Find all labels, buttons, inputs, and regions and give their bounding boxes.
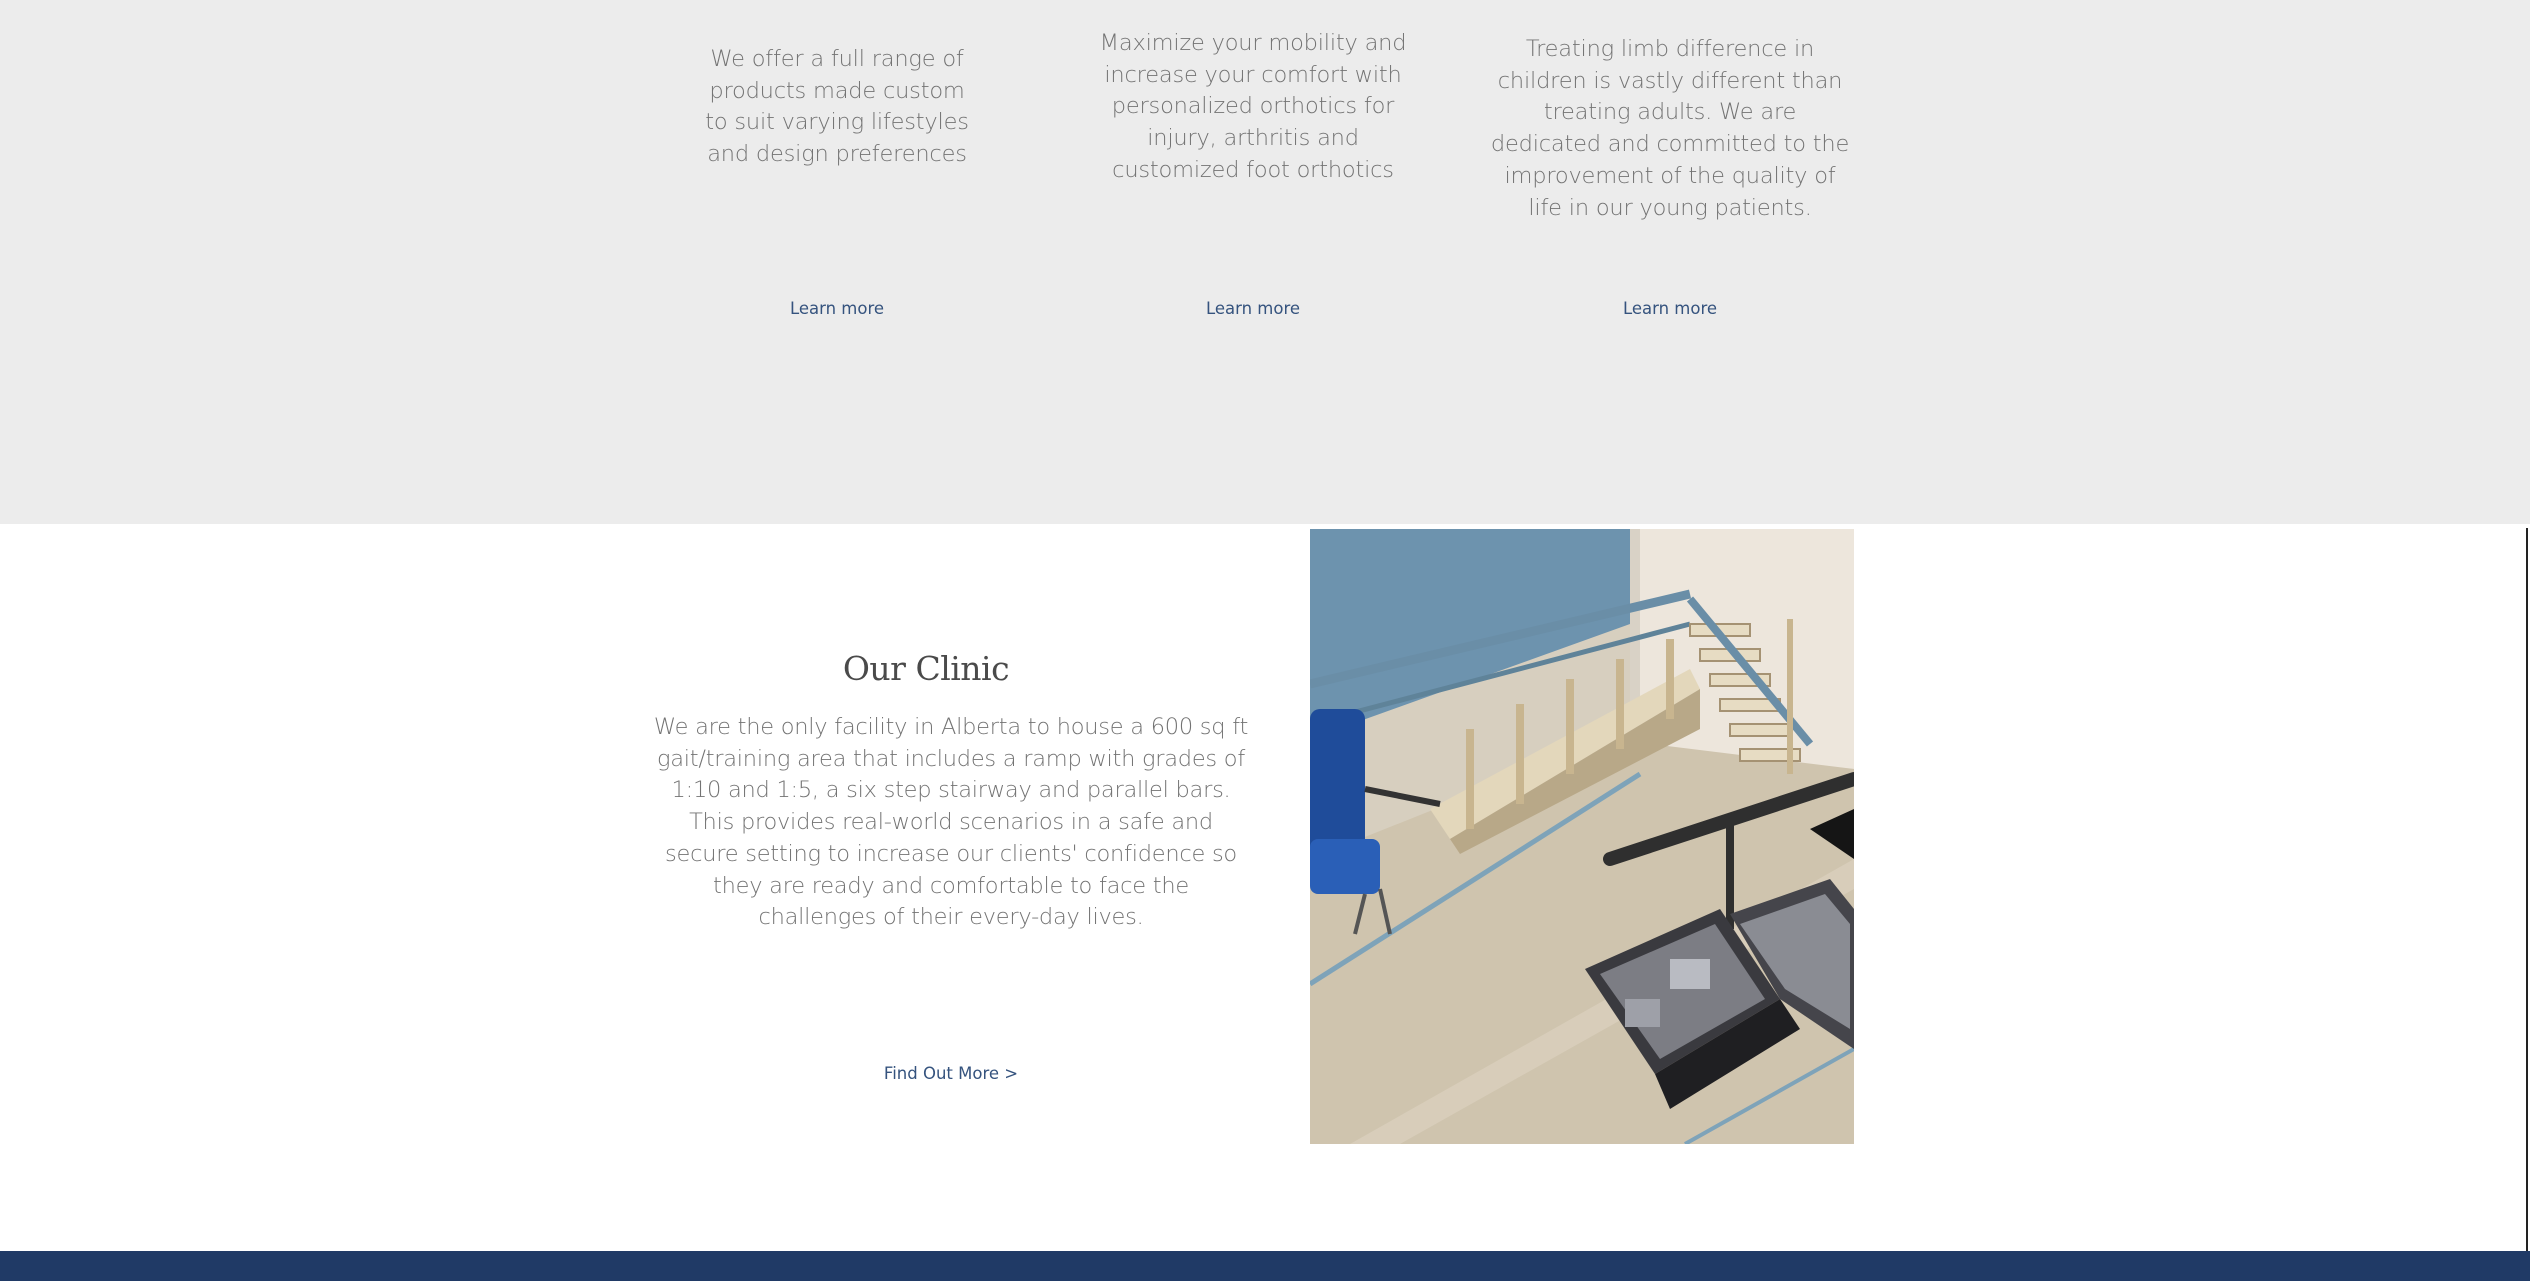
footer-bar [0,1251,2530,1281]
page-scrollbar[interactable] [2526,528,2528,1253]
services-section: We offer a full range of products made c… [0,0,2530,524]
learn-more-link[interactable]: Learn more [1083,297,1423,321]
find-out-more-link[interactable]: Find Out More > [801,1062,1101,1086]
learn-more-link[interactable]: Learn more [687,297,987,321]
service-description: We offer a full range of products made c… [705,46,969,168]
service-description: Treating limb difference in children is … [1490,36,1850,221]
service-description: Maximize your mobility and increase your… [1099,30,1407,183]
clinic-description: We are the only facility in Alberta to h… [653,714,1249,931]
learn-more-link[interactable]: Learn more [1489,297,1851,321]
clinic-title: Our Clinic [842,649,1010,688]
clinic-photo [1310,529,1854,1144]
